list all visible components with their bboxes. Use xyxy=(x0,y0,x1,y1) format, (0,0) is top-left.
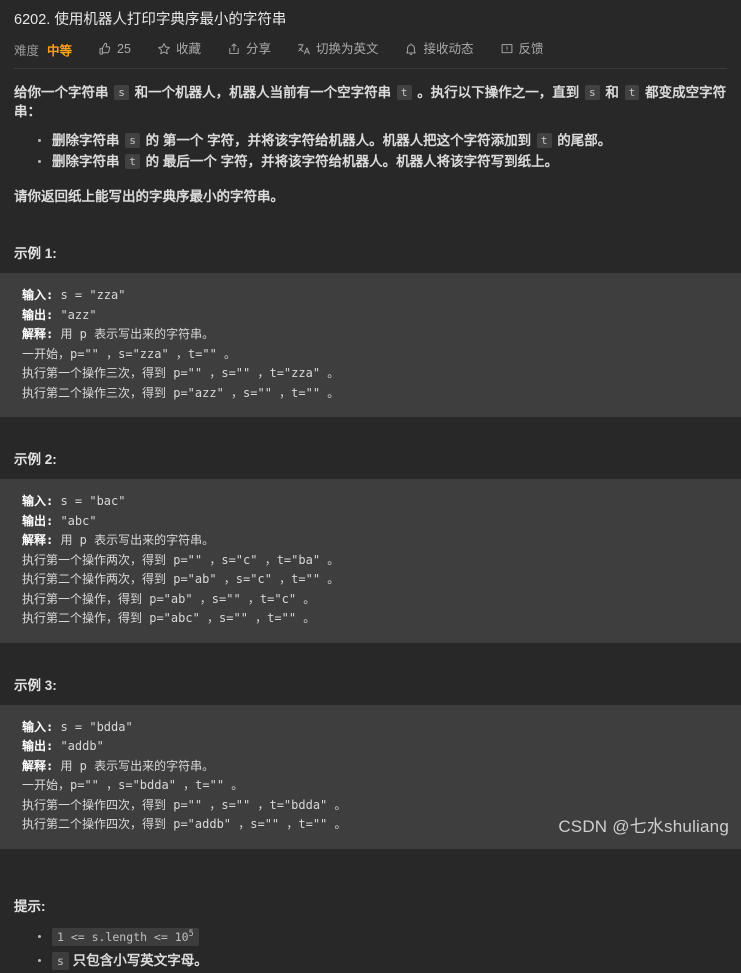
list-item: s 只包含小写英文字母。 xyxy=(38,949,727,973)
inline-code: s xyxy=(585,85,600,100)
translate-label: 切换为英文 xyxy=(315,42,379,56)
operations-list: 删除字符串 s 的 第一个 字符，并将该字符给机器人。机器人把这个字符添加到 t… xyxy=(14,130,727,172)
list-item: 1 <= s.length <= 105 xyxy=(38,925,727,949)
inline-code: t xyxy=(125,154,140,169)
like-button[interactable]: 25 xyxy=(98,41,131,57)
favorite-button[interactable]: 收藏 xyxy=(157,41,201,57)
exponent: 5 xyxy=(188,928,194,939)
feedback-label: 反馈 xyxy=(518,42,544,56)
share-icon xyxy=(227,42,241,56)
list-item: 删除字符串 s 的 第一个 字符，并将该字符给机器人。机器人把这个字符添加到 t… xyxy=(38,130,727,151)
share-label: 分享 xyxy=(245,42,271,56)
code-line-label: 解释: xyxy=(22,533,54,547)
feedback-icon xyxy=(500,42,514,56)
header-divider xyxy=(14,68,727,69)
translate-button[interactable]: 切换为英文 xyxy=(297,41,379,57)
problem-toolbar: 难度 中等 25 收藏 分享 切换为英文 接收动态 反馈 xyxy=(14,39,727,59)
code-line-label: 输出: xyxy=(22,307,54,322)
subscribe-button[interactable]: 接收动态 xyxy=(404,41,474,57)
share-button[interactable]: 分享 xyxy=(227,41,271,57)
hints-list: 1 <= s.length <= 105 s 只包含小写英文字母。 xyxy=(14,925,727,973)
constraint-code: s xyxy=(52,951,69,970)
code-line-label: 输出: xyxy=(22,513,54,528)
inline-code: s xyxy=(125,133,140,148)
inline-code: t xyxy=(396,85,412,100)
page-header: 6202. 使用机器人打印字典序最小的字符串 难度 中等 25 收藏 分享 切换… xyxy=(0,0,741,69)
inline-code: s xyxy=(114,85,129,100)
difficulty-label: 难度 xyxy=(14,43,40,58)
example-1-title: 示例 1: xyxy=(14,246,57,261)
code-line-label: 解释: xyxy=(22,327,54,341)
star-icon xyxy=(157,42,171,56)
code-line-label: 输入: xyxy=(22,494,54,508)
example-2-code: 输入: s = "bac" 输出: "abc" 解释: 用 p 表示写出来的字符… xyxy=(0,479,741,643)
inline-code: t xyxy=(624,85,640,100)
favorite-label: 收藏 xyxy=(175,42,201,56)
problem-description: 给你一个字符串 s 和一个机器人，机器人当前有一个空字符串 t 。执行以下操作之… xyxy=(0,83,741,206)
feedback-button[interactable]: 反馈 xyxy=(500,41,544,57)
csdn-watermark: CSDN @七水shuliang xyxy=(558,817,729,836)
thumbs-up-icon xyxy=(98,42,112,56)
hints-title: 提示: xyxy=(14,898,46,914)
page-title: 6202. 使用机器人打印字典序最小的字符串 xyxy=(14,12,287,28)
translate-icon xyxy=(297,42,311,56)
subscribe-label: 接收动态 xyxy=(423,42,474,56)
constraint-code: 1 <= s.length <= 105 xyxy=(52,927,199,946)
inline-code: t xyxy=(536,133,552,148)
code-line-label: 输入: xyxy=(22,288,54,302)
example-2-title: 示例 2: xyxy=(14,452,57,467)
example-1-code: 输入: s = "zza" 输出: "azz" 解释: 用 p 表示写出来的字符… xyxy=(0,273,741,417)
example-3-title: 示例 3: xyxy=(14,677,57,693)
example-2: 示例 2: 输入: s = "bac" 输出: "abc" 解释: 用 p 表示… xyxy=(0,448,741,643)
description-closing: 请你返回纸上能写出的字典序最小的字符串。 xyxy=(14,189,284,204)
list-item: 删除字符串 t 的 最后一个 字符，并将该字符给机器人。机器人将该字符写到纸上。 xyxy=(38,151,727,172)
difficulty-badge: 中等 xyxy=(47,43,73,58)
bell-icon xyxy=(404,42,418,56)
hints-section: 提示: 1 <= s.length <= 105 s 只包含小写英文字母。 xyxy=(0,895,741,973)
description-intro: 给你一个字符串 s 和一个机器人，机器人当前有一个空字符串 t 。执行以下操作之… xyxy=(14,85,727,119)
code-line-label: 输入: xyxy=(22,719,54,734)
code-line-label: 解释: xyxy=(22,758,54,773)
code-line-label: 输出: xyxy=(22,739,54,753)
examples-section: 示例 1: 输入: s = "zza" 输出: "azz" 解释: 用 p 表示… xyxy=(0,242,741,849)
example-1: 示例 1: 输入: s = "zza" 输出: "azz" 解释: 用 p 表示… xyxy=(0,242,741,417)
like-count: 25 xyxy=(117,42,131,56)
